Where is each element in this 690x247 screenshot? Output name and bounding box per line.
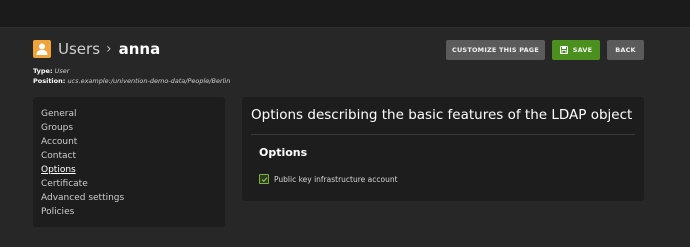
back-button[interactable]: BACK: [607, 40, 644, 60]
options-panel: Options describing the basic features of…: [242, 97, 644, 201]
chevron-right-icon: ›: [106, 41, 112, 57]
option-row: Public key infrastructure account: [259, 174, 398, 184]
user-icon: [33, 40, 51, 58]
pki-account-label: Public key infrastructure account: [274, 174, 398, 184]
position-label: Position:: [33, 77, 66, 85]
save-icon: [559, 46, 568, 54]
sidebar-item-contact[interactable]: Contact: [41, 149, 225, 163]
save-button[interactable]: SAVE: [552, 40, 600, 60]
type-value: User: [54, 67, 70, 75]
divider: [251, 134, 635, 135]
sidebar: General Groups Account Contact Options C…: [33, 97, 225, 227]
position-line: Position: ucs.example:/univention-demo-d…: [33, 76, 230, 86]
page-header: Users › anna: [33, 38, 160, 60]
breadcrumb: Users › anna: [58, 40, 160, 58]
top-bar: [0, 0, 690, 28]
type-line: Type: User: [33, 66, 230, 76]
pki-account-checkbox[interactable]: [259, 174, 269, 184]
check-icon: [261, 176, 267, 182]
sidebar-item-groups[interactable]: Groups: [41, 121, 225, 135]
panel-title: Options describing the basic features of…: [251, 107, 633, 123]
breadcrumb-users-link[interactable]: Users: [58, 40, 100, 58]
position-value: ucs.example:/univention-demo-data/People…: [67, 77, 231, 85]
save-button-label: SAVE: [572, 46, 593, 54]
object-meta: Type: User Position: ucs.example:/univen…: [33, 66, 230, 86]
section-title: Options: [259, 146, 308, 159]
customize-page-button[interactable]: CUSTOMIZE THIS PAGE: [446, 40, 545, 60]
sidebar-item-advanced-settings[interactable]: Advanced settings: [41, 191, 225, 205]
sidebar-item-policies[interactable]: Policies: [41, 205, 225, 219]
sidebar-item-account[interactable]: Account: [41, 135, 225, 149]
sidebar-item-certificate[interactable]: Certificate: [41, 177, 225, 191]
sidebar-item-general[interactable]: General: [41, 107, 225, 121]
page-title: anna: [118, 40, 161, 58]
sidebar-item-options[interactable]: Options: [41, 163, 225, 177]
type-label: Type:: [33, 67, 53, 75]
